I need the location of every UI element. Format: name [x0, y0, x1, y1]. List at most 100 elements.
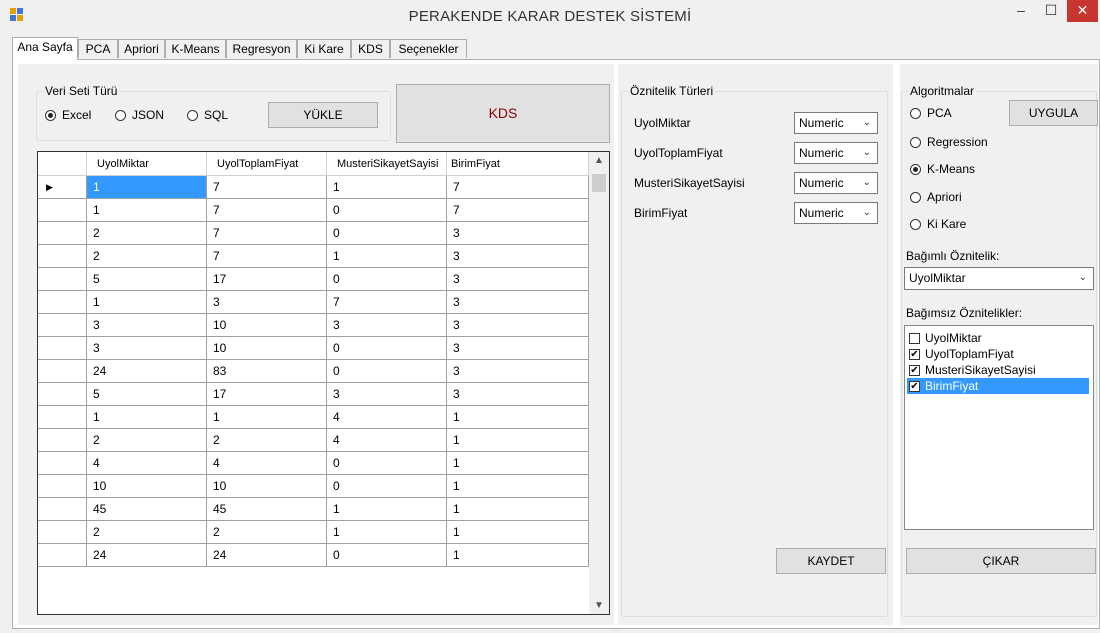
table-cell[interactable]: 0: [327, 360, 447, 383]
attribute-type-select[interactable]: Numeric ⌄: [794, 142, 878, 164]
table-row[interactable]: 2211: [38, 521, 589, 544]
checkbox-checked-icon[interactable]: ✔: [909, 348, 920, 360]
table-cell[interactable]: 10: [207, 337, 327, 360]
scroll-down-icon[interactable]: ▼: [589, 597, 609, 614]
table-cell[interactable]: 5: [87, 383, 207, 406]
radio-ki-kare[interactable]: Ki Kare: [910, 217, 966, 231]
table-cell[interactable]: 3: [327, 314, 447, 337]
table-cell[interactable]: 1: [207, 406, 327, 429]
checkbox-checked-icon[interactable]: ✔: [909, 380, 920, 392]
table-cell[interactable]: 1: [327, 176, 447, 199]
table-cell[interactable]: 0: [327, 452, 447, 475]
row-header[interactable]: [38, 337, 87, 360]
attribute-type-select[interactable]: Numeric ⌄: [794, 112, 878, 134]
checkbox-icon[interactable]: [909, 332, 920, 344]
scroll-up-icon[interactable]: ▲: [589, 152, 609, 169]
table-cell[interactable]: 0: [327, 337, 447, 360]
table-cell[interactable]: 1: [447, 498, 589, 521]
table-cell[interactable]: 3: [447, 291, 589, 314]
row-header[interactable]: [38, 360, 87, 383]
table-cell[interactable]: 2: [87, 429, 207, 452]
attribute-type-select[interactable]: Numeric ⌄: [794, 202, 878, 224]
table-row[interactable]: 2241: [38, 429, 589, 452]
table-cell[interactable]: 2: [87, 521, 207, 544]
table-cell[interactable]: 3: [447, 222, 589, 245]
table-cell[interactable]: 1: [447, 521, 589, 544]
table-row[interactable]: 1141: [38, 406, 589, 429]
radio-k-means[interactable]: K-Means: [910, 162, 975, 176]
table-cell[interactable]: 0: [327, 268, 447, 291]
table-cell[interactable]: 4: [207, 452, 327, 475]
table-row[interactable]: 4401: [38, 452, 589, 475]
table-cell[interactable]: 17: [207, 268, 327, 291]
kds-button[interactable]: KDS: [396, 84, 610, 143]
table-row[interactable]: 2713: [38, 245, 589, 268]
table-row[interactable]: 1373: [38, 291, 589, 314]
table-row[interactable]: 3 10 3 3: [38, 314, 589, 337]
tab-k-means[interactable]: K-Means: [165, 39, 226, 58]
table-cell[interactable]: 4: [327, 429, 447, 452]
column-header[interactable]: UyolMiktar: [87, 152, 207, 176]
table-cell[interactable]: 0: [327, 222, 447, 245]
radio-regression[interactable]: Regression: [910, 135, 988, 149]
radio-json[interactable]: JSON: [115, 108, 164, 122]
column-header[interactable]: BirimFiyat: [447, 152, 589, 176]
table-cell[interactable]: 1: [447, 429, 589, 452]
table-cell[interactable]: 1: [447, 406, 589, 429]
row-header[interactable]: [38, 314, 87, 337]
table-cell[interactable]: 7: [447, 199, 589, 222]
radio-apriori[interactable]: Apriori: [910, 190, 962, 204]
table-cell[interactable]: 0: [327, 199, 447, 222]
tab-apriori[interactable]: Apriori: [118, 39, 165, 58]
radio-sql[interactable]: SQL: [187, 108, 228, 122]
tab-regresyon[interactable]: Regresyon: [226, 39, 297, 58]
row-header[interactable]: [38, 498, 87, 521]
table-cell[interactable]: 1: [447, 544, 589, 567]
table-cell[interactable]: 1: [327, 498, 447, 521]
table-cell[interactable]: 1: [87, 406, 207, 429]
table-row[interactable]: 3 10 0 3: [38, 337, 589, 360]
dependent-attribute-select[interactable]: UyolMiktar ⌄: [904, 267, 1094, 290]
table-cell[interactable]: 45: [207, 498, 327, 521]
table-cell[interactable]: 7: [207, 199, 327, 222]
maximize-icon[interactable]: ☐: [1037, 0, 1065, 22]
apply-button[interactable]: UYGULA: [1009, 100, 1098, 126]
table-cell[interactable]: 3: [447, 360, 589, 383]
list-item[interactable]: UyolMiktar: [907, 330, 1089, 346]
table-cell[interactable]: 10: [87, 475, 207, 498]
remove-button[interactable]: ÇIKAR: [906, 548, 1096, 574]
independent-attributes-list[interactable]: UyolMiktar ✔ UyolToplamFiyat ✔ MusteriSi…: [904, 325, 1094, 530]
row-header[interactable]: [38, 291, 87, 314]
table-cell[interactable]: 2: [207, 521, 327, 544]
checkbox-checked-icon[interactable]: ✔: [909, 364, 920, 376]
table-cell[interactable]: 4: [87, 452, 207, 475]
table-cell[interactable]: 10: [207, 314, 327, 337]
table-cell[interactable]: 4: [327, 406, 447, 429]
table-row[interactable]: 2703: [38, 222, 589, 245]
table-cell[interactable]: 10: [207, 475, 327, 498]
table-cell[interactable]: 2: [87, 245, 207, 268]
table-cell[interactable]: 3: [447, 268, 589, 291]
table-cell[interactable]: 3: [447, 383, 589, 406]
table-cell[interactable]: 24: [87, 360, 207, 383]
table-cell[interactable]: 24: [207, 544, 327, 567]
table-cell[interactable]: 3: [327, 383, 447, 406]
list-item-selected[interactable]: ✔ BirimFiyat: [907, 378, 1089, 394]
table-cell[interactable]: 1: [87, 176, 207, 199]
tab-secenekler[interactable]: Seçenekler: [390, 39, 467, 58]
column-header[interactable]: MusteriSikayetSayisi: [327, 152, 447, 176]
row-header[interactable]: [38, 521, 87, 544]
close-icon[interactable]: ✕: [1067, 0, 1098, 22]
scroll-thumb[interactable]: [592, 174, 606, 192]
table-row[interactable]: 1707: [38, 199, 589, 222]
table-cell[interactable]: 1: [447, 475, 589, 498]
table-cell[interactable]: 7: [207, 222, 327, 245]
data-grid[interactable]: UyolMiktar UyolToplamFiyat MusteriSikaye…: [37, 151, 610, 615]
row-header[interactable]: [38, 245, 87, 268]
table-row[interactable]: 10 10 0 1: [38, 475, 589, 498]
table-cell[interactable]: 83: [207, 360, 327, 383]
table-cell[interactable]: 3: [447, 337, 589, 360]
table-cell[interactable]: 1: [327, 245, 447, 268]
table-row[interactable]: 24 83 0 3: [38, 360, 589, 383]
row-header[interactable]: [38, 268, 87, 291]
